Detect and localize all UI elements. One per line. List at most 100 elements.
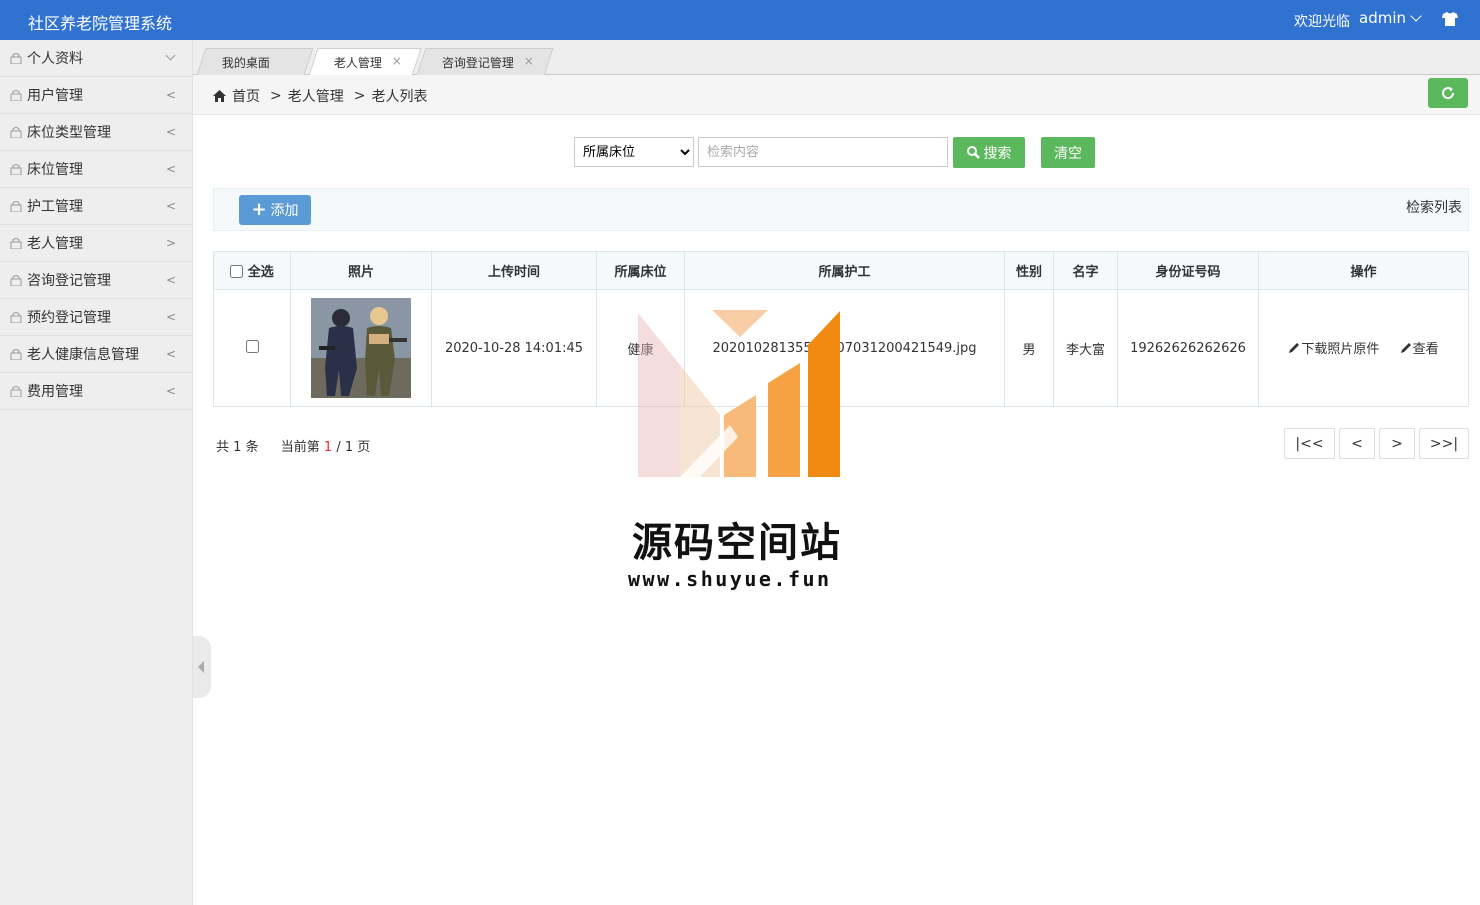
sidebar-item-profile[interactable]: 个人资料	[0, 40, 192, 77]
sidebar: 个人资料 用户管理 < 床位类型管理 < 床位管理 < 护工管理 < 老人管理 …	[0, 40, 193, 905]
chevron-left-icon: <	[165, 310, 176, 324]
table-row: 2020-10-28 14:01:45 健康 20201028135503807…	[213, 289, 1469, 407]
lock-icon	[10, 275, 22, 286]
chevron-down-icon	[165, 50, 176, 61]
total-prefix: 共	[216, 440, 230, 455]
sidebar-item-nurses[interactable]: 护工管理 <	[0, 188, 192, 225]
search-button[interactable]: 搜索	[953, 137, 1025, 168]
download-photo-link[interactable]: 下载照片原件	[1288, 338, 1379, 357]
chevron-down-icon	[1410, 10, 1422, 22]
breadcrumb-home[interactable]: 首页	[232, 86, 260, 106]
chevron-left-icon: <	[165, 199, 176, 213]
page-slash: /	[336, 440, 341, 455]
elder-photo[interactable]	[311, 298, 411, 398]
search-input[interactable]	[698, 137, 948, 167]
table-header-row: 全选 照片 上传时间 所属床位 所属护工 性别 名字 身份证号码 操作	[213, 251, 1469, 290]
current-prefix: 当前第	[280, 440, 320, 455]
shirt-icon[interactable]	[1442, 12, 1458, 26]
lock-icon	[10, 164, 22, 175]
sidebar-item-label: 床位管理	[27, 162, 83, 178]
sidebar-item-health[interactable]: 老人健康信息管理 <	[0, 336, 192, 373]
sidebar-item-label: 老人健康信息管理	[27, 347, 139, 363]
header-id-number: 身份证号码	[1117, 251, 1259, 290]
add-button-label: 添加	[270, 203, 299, 219]
lock-icon	[10, 53, 22, 64]
total-suffix: 条	[245, 440, 259, 455]
search-field-select[interactable]: 所属床位	[574, 137, 694, 167]
view-link[interactable]: 查看	[1400, 338, 1439, 357]
breadcrumb-level2: 老人列表	[371, 89, 428, 105]
list-title: 检索列表	[1406, 200, 1462, 216]
sidebar-item-appointments[interactable]: 预约登记管理 <	[0, 299, 192, 336]
clear-button[interactable]: 清空	[1041, 137, 1095, 168]
breadcrumb-level1[interactable]: 老人管理	[288, 86, 344, 106]
sidebar-item-label: 护工管理	[27, 199, 83, 215]
select-all-checkbox[interactable]	[230, 265, 244, 278]
chevron-left-icon: <	[165, 88, 176, 102]
sidebar-item-bed-types[interactable]: 床位类型管理 <	[0, 114, 192, 151]
sidebar-item-elders[interactable]: 老人管理 >	[0, 225, 192, 262]
download-photo-label: 下载照片原件	[1301, 342, 1380, 358]
upload-time-cell: 2020-10-28 14:01:45	[431, 289, 597, 407]
lock-icon	[10, 349, 22, 360]
lock-icon	[10, 238, 22, 249]
first-page-button[interactable]: |<<	[1284, 428, 1335, 459]
chevron-right-icon: >	[165, 236, 176, 250]
tab-label: 我的桌面	[221, 55, 270, 70]
bed-cell: 健康	[596, 289, 685, 407]
prev-page-button[interactable]: <	[1339, 428, 1375, 459]
lock-icon	[10, 201, 22, 212]
watermark-url: www.shuyue.fun	[628, 567, 832, 591]
pagination-info: 共 1 条 当前第 1 / 1 页	[216, 436, 370, 455]
sidebar-item-label: 个人资料	[27, 51, 83, 67]
sidebar-item-fees[interactable]: 费用管理 <	[0, 373, 192, 410]
header-photo: 照片	[290, 251, 432, 290]
photo-cell	[290, 289, 432, 407]
refresh-button[interactable]	[1428, 78, 1468, 108]
name-cell: 李大富	[1053, 289, 1118, 407]
user-menu[interactable]: admin	[1359, 9, 1422, 27]
sidebar-collapse-toggle[interactable]	[193, 636, 211, 698]
sidebar-item-consultation[interactable]: 咨询登记管理 <	[0, 262, 192, 299]
tab-consultation[interactable]: 咨询登记管理 ×	[416, 48, 554, 75]
app-title: 社区养老院管理系统	[28, 14, 173, 33]
refresh-icon	[1442, 87, 1455, 100]
current-page: 1	[323, 440, 333, 455]
lock-icon	[10, 312, 22, 323]
add-button[interactable]: + 添加	[239, 195, 311, 225]
pages-suffix: 页	[357, 440, 371, 455]
tab-label: 咨询登记管理	[441, 55, 514, 70]
close-icon[interactable]: ×	[524, 54, 534, 68]
pencil-icon	[1289, 342, 1300, 353]
last-page-button[interactable]: >>|	[1419, 428, 1469, 459]
breadcrumb-separator: >	[353, 88, 366, 104]
plus-icon: +	[251, 199, 267, 220]
tab-desktop[interactable]: 我的桌面	[196, 48, 314, 75]
tab-elder-management[interactable]: 老人管理 ×	[308, 48, 422, 76]
search-icon	[966, 146, 980, 159]
elder-table: 全选 照片 上传时间 所属床位 所属护工 性别 名字 身份证号码 操作 2020…	[213, 251, 1469, 407]
header-actions: 操作	[1258, 251, 1469, 290]
sidebar-item-label: 预约登记管理	[27, 310, 111, 326]
chevron-left-icon: <	[165, 273, 176, 287]
sidebar-item-users[interactable]: 用户管理 <	[0, 77, 192, 114]
list-toolbar: + 添加 检索列表	[213, 188, 1469, 231]
sidebar-item-beds[interactable]: 床位管理 <	[0, 151, 192, 188]
close-icon[interactable]: ×	[392, 54, 402, 68]
row-checkbox[interactable]	[245, 339, 259, 353]
watermark-title: 源码空间站	[632, 520, 842, 566]
sidebar-item-label: 床位类型管理	[27, 125, 111, 141]
nurse-cell: 20201028135503807031200421549.jpg	[684, 289, 1005, 407]
header-name: 名字	[1053, 251, 1118, 290]
total-pages: 1	[344, 440, 354, 455]
username: admin	[1359, 9, 1406, 27]
next-page-button[interactable]: >	[1379, 428, 1415, 459]
lock-icon	[10, 90, 22, 101]
total-count: 1	[233, 440, 242, 455]
header-gender: 性别	[1004, 251, 1054, 290]
view-label: 查看	[1412, 342, 1439, 358]
header-nurse: 所属护工	[684, 251, 1005, 290]
header-upload-time: 上传时间	[431, 251, 597, 290]
top-header: 社区养老院管理系统 欢迎光临 admin	[0, 0, 1480, 40]
header-select-all[interactable]: 全选	[213, 251, 291, 290]
